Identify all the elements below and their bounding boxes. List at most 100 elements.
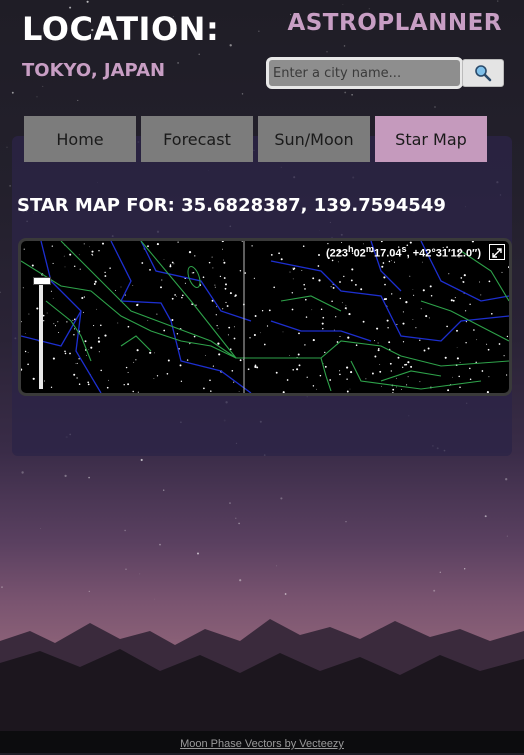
tab-forecast[interactable]: Forecast (141, 116, 253, 162)
sky-star (381, 265, 384, 268)
sky-star (401, 388, 403, 390)
search-button[interactable] (462, 59, 504, 87)
sky-star (221, 241, 224, 243)
sky-star (365, 378, 367, 380)
city-search-input[interactable] (266, 57, 463, 89)
sky-star (349, 388, 351, 390)
sky-star (210, 390, 212, 392)
nav-tabs: Home Forecast Sun/Moon Star Map (24, 116, 487, 162)
search-icon (475, 65, 492, 82)
sky-star (63, 255, 65, 257)
sky-star (389, 362, 392, 365)
sky-star (460, 277, 463, 279)
sky-star (456, 329, 458, 332)
sky-star (341, 302, 343, 304)
sky-star (444, 356, 447, 359)
sky-star (395, 377, 397, 379)
sky-star (205, 355, 206, 356)
sky-star (137, 391, 139, 393)
sky-star (471, 241, 474, 243)
sky-star (78, 358, 80, 360)
sky-star (462, 281, 465, 283)
sky-star (322, 327, 324, 330)
zoom-slider-handle[interactable] (33, 277, 51, 285)
background-star (235, 517, 237, 519)
sky-star (490, 312, 493, 315)
sky-star (270, 254, 273, 256)
sky-star (227, 334, 229, 336)
tab-sun-moon[interactable]: Sun/Moon (258, 116, 370, 162)
sky-star (32, 377, 35, 380)
sky-map-canvas[interactable] (21, 241, 509, 393)
sky-star (331, 300, 333, 302)
sky-star (73, 334, 75, 336)
mountain-silhouette (0, 619, 524, 731)
fullscreen-button[interactable] (489, 244, 505, 260)
background-star (284, 593, 287, 595)
background-star (86, 0, 89, 3)
sky-star (228, 326, 231, 329)
sky-star (73, 373, 76, 376)
coord-dec: +42°31′12.0″ (412, 247, 478, 260)
sky-star (383, 276, 386, 279)
background-star (351, 94, 353, 96)
background-star (124, 529, 126, 532)
background-star (229, 502, 231, 504)
tab-star-map[interactable]: Star Map (375, 116, 487, 162)
sky-star (78, 254, 80, 256)
sky-star (149, 351, 152, 354)
sky-star (425, 315, 428, 318)
sky-star (305, 298, 307, 301)
fullscreen-icon (492, 248, 502, 258)
sky-star (102, 242, 104, 245)
sky-star (456, 347, 458, 348)
sky-star (193, 335, 196, 338)
sky-star (345, 304, 347, 306)
sky-star (22, 287, 24, 289)
sky-star (225, 283, 227, 286)
sky-star (254, 365, 257, 368)
sky-star (390, 370, 392, 372)
footer-credit-link[interactable]: Moon Phase Vectors by Vecteezy (180, 738, 344, 750)
sky-star (100, 324, 102, 327)
sky-star (405, 363, 408, 366)
sky-star (378, 347, 380, 350)
sky-star (318, 254, 320, 256)
sky-star (286, 379, 289, 381)
background-star (153, 598, 155, 600)
sky-star (125, 366, 128, 369)
sky-star (503, 355, 505, 357)
sky-star (459, 362, 461, 363)
sky-star (263, 343, 266, 346)
sky-star (76, 362, 78, 364)
sky-map-viewer[interactable]: (223h02m17.04s, +42°31′12.0″) (18, 238, 512, 396)
sky-star (141, 262, 144, 264)
sky-star (463, 274, 466, 277)
sky-star (330, 286, 332, 288)
sky-star (419, 339, 421, 341)
sky-star (31, 264, 34, 267)
sky-star (104, 271, 106, 274)
sky-star (476, 339, 478, 341)
sky-star (273, 286, 276, 289)
sky-star (73, 265, 76, 268)
sky-star (498, 343, 501, 345)
zoom-slider-track[interactable] (39, 277, 43, 389)
sky-star (93, 325, 95, 327)
sky-star (87, 381, 90, 384)
sky-star (92, 254, 94, 256)
sky-star (52, 357, 55, 360)
tab-home[interactable]: Home (24, 116, 136, 162)
sky-star (163, 329, 166, 332)
sky-star (377, 342, 379, 344)
sky-star (402, 322, 405, 325)
sky-star (88, 349, 89, 350)
sky-star (203, 387, 205, 390)
star-map-title: STAR MAP FOR: 35.6828387, 139.7594549 (17, 195, 446, 216)
sky-star (351, 268, 354, 271)
sky-star (97, 337, 100, 339)
sky-star (480, 294, 482, 296)
sky-star (208, 261, 211, 264)
sky-star (292, 369, 294, 371)
background-star (1, 586, 3, 588)
